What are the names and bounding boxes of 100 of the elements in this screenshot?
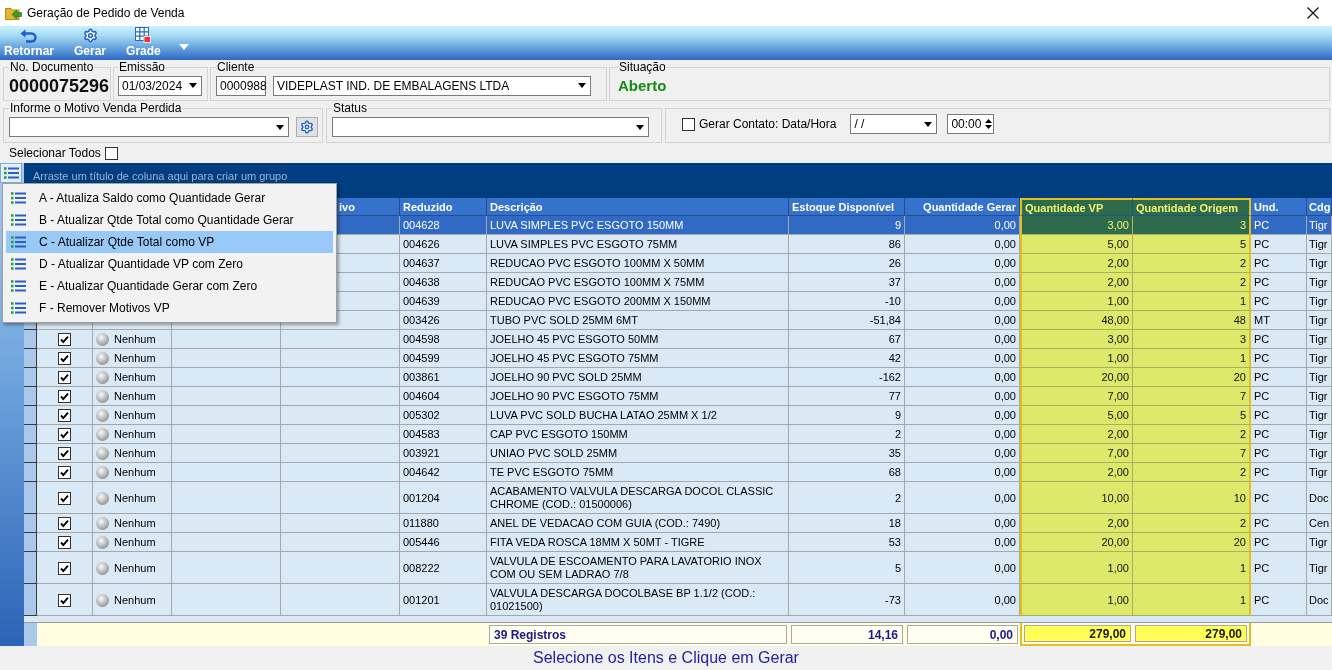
table-cell: 2,00 bbox=[1020, 254, 1133, 273]
table-cell: 1,00 bbox=[1020, 292, 1133, 311]
table-cell: 3,00 bbox=[1020, 330, 1133, 349]
app-icon bbox=[5, 5, 22, 21]
menu-item[interactable]: C - Atualizar Qtde Total como VP bbox=[6, 231, 333, 253]
row-checkbox[interactable] bbox=[58, 536, 71, 549]
column-header[interactable]: Cdg bbox=[1307, 198, 1332, 216]
row-checkbox[interactable] bbox=[58, 371, 71, 384]
table-row[interactable]: Nenhum 001204 ACABAMENTO VALVULA DESCARGA DOCOL CLASSIC CHROME (COD.: 01500006) 2 0,00 10,00 10 PC Doc bbox=[24, 482, 1332, 514]
status-text: Nenhum bbox=[114, 428, 156, 441]
summary-cell: 279,00 bbox=[1135, 625, 1247, 642]
contact-date-dropdown[interactable]: / / bbox=[850, 114, 938, 134]
gear-icon bbox=[82, 28, 98, 43]
table-cell: 7,00 bbox=[1020, 444, 1133, 463]
settings-button[interactable] bbox=[296, 117, 318, 137]
table-cell: 7 bbox=[1133, 387, 1251, 406]
table-cell: 3 bbox=[1133, 216, 1251, 235]
table-cell: 2 bbox=[1133, 514, 1251, 533]
table-row[interactable]: Nenhum 005302 LUVA PVC SOLD BUCHA LATAO 25MM X 1/2 9 0,00 5,00 5 PC Tigr bbox=[24, 406, 1332, 425]
table-cell: 10,00 bbox=[1020, 482, 1133, 514]
list-icon bbox=[11, 192, 26, 204]
status-message: Selecione os Itens e Clique em Gerar bbox=[533, 649, 799, 667]
row-checkbox[interactable] bbox=[58, 352, 71, 365]
column-header[interactable]: Reduzido bbox=[400, 198, 487, 216]
client-code-field[interactable]: 0000988 bbox=[216, 75, 266, 96]
status-text: Nenhum bbox=[114, 593, 156, 607]
table-cell: 1 bbox=[1133, 584, 1251, 616]
status-dot-icon bbox=[96, 352, 109, 365]
column-header[interactable]: Estoque Disponível bbox=[789, 198, 905, 216]
status-text: Nenhum bbox=[114, 517, 156, 530]
table-row[interactable]: Nenhum 008222 VALVULA DE ESCOAMENTO PARA LAVATORIO INOX COM OU SEM LADRAO 7/8 5 0,00 1,00 1 PC Tigr bbox=[24, 552, 1332, 584]
table-cell: 1 bbox=[1133, 349, 1251, 368]
contact-checkbox[interactable] bbox=[682, 117, 695, 131]
row-checkbox[interactable] bbox=[58, 390, 71, 403]
table-row[interactable]: Nenhum 003861 JOELHO 90 PVC SOLD 25MM -162 0,00 20,00 20 PC Tigr bbox=[24, 368, 1332, 387]
table-row[interactable]: Nenhum 001201 VALVULA DESCARGA DOCOLBASE BP 1.1/2 (COD.: 01021500) -73 0,00 1,00 1 PC Doc bbox=[24, 584, 1332, 616]
column-header[interactable]: Quantidade VP bbox=[1020, 198, 1133, 216]
field-label: Situação bbox=[618, 60, 667, 74]
summary-cell: 14,16 bbox=[791, 625, 903, 644]
row-checkbox[interactable] bbox=[58, 517, 71, 530]
row-checkbox[interactable] bbox=[58, 333, 71, 346]
dropdown-arrow-icon bbox=[276, 124, 284, 130]
client-dropdown[interactable]: VIDEPLAST IND. DE EMBALAGENS LTDA bbox=[273, 75, 591, 96]
table-row[interactable]: Nenhum 004599 JOELHO 45 PVC ESGOTO 75MM 42 0,00 1,00 1 PC Tigr bbox=[24, 349, 1332, 368]
checkbox-label: Selecionar Todos bbox=[9, 146, 101, 160]
column-header[interactable]: Und. bbox=[1251, 198, 1307, 216]
row-checkbox[interactable] bbox=[58, 447, 71, 460]
caret-icon[interactable] bbox=[178, 44, 189, 50]
status-text: Nenhum bbox=[114, 491, 156, 505]
status-dot-icon bbox=[96, 390, 109, 403]
table-cell: 20 bbox=[1133, 533, 1251, 552]
table-row[interactable]: Nenhum 004604 JOELHO 90 PVC ESGOTO 75MM 77 0,00 7,00 7 PC Tigr bbox=[24, 387, 1332, 406]
status-text: Nenhum bbox=[114, 536, 156, 549]
status-dot-icon bbox=[96, 333, 109, 346]
table-cell: 1,00 bbox=[1020, 552, 1133, 584]
select-all-checkbox[interactable] bbox=[104, 146, 118, 160]
status-dot-icon bbox=[96, 536, 109, 549]
date-dropdown[interactable]: 01/03/2024 bbox=[118, 75, 202, 96]
column-header[interactable]: Descrição bbox=[487, 198, 789, 216]
table-row[interactable]: Nenhum 004642 TE PVC ESGOTO 75MM 68 0,00 2,00 2 PC Tigr bbox=[24, 463, 1332, 482]
table-cell: 2 bbox=[1133, 254, 1251, 273]
row-checkbox[interactable] bbox=[58, 428, 71, 441]
table-cell: 20,00 bbox=[1020, 368, 1133, 387]
column-header[interactable]: Quantidade Origem bbox=[1133, 198, 1251, 216]
table-cell: VALVULA DESCARGA DOCOLBASE BP 1.1/2 (COD.: 01021500) bbox=[487, 584, 789, 616]
table-row[interactable]: Nenhum 005446 FITA VEDA ROSCA 18MM X 50MT - TIGRE 53 0,00 20,00 20 PC Tigr bbox=[24, 533, 1332, 552]
table-cell: -73 bbox=[789, 584, 905, 616]
row-checkbox[interactable] bbox=[58, 491, 71, 505]
field-label: Informe o Motivo Venda Perdida bbox=[9, 101, 183, 115]
table-row[interactable]: Nenhum 004583 CAP PVC ESGOTO 150MM 2 0,00 2,00 2 PC Tigr bbox=[24, 425, 1332, 444]
table-cell: 48 bbox=[1133, 311, 1251, 330]
status-text: Nenhum bbox=[114, 333, 156, 346]
table-cell: PC bbox=[1251, 584, 1307, 616]
table-cell: 1 bbox=[1133, 552, 1251, 584]
field-label: Emissão bbox=[118, 60, 166, 74]
checkbox-label: Gerar Contato: Data/Hora bbox=[699, 117, 837, 131]
summary-cell: 0,00 bbox=[907, 625, 1018, 644]
table-cell: 3 bbox=[1133, 330, 1251, 349]
status-dropdown[interactable] bbox=[332, 117, 649, 137]
status-dot-icon bbox=[96, 466, 109, 479]
column-menu-button[interactable] bbox=[0, 163, 22, 183]
list-icon bbox=[11, 258, 26, 270]
document-number: 0000075296 bbox=[9, 75, 110, 96]
table-cell: 1,00 bbox=[1020, 349, 1133, 368]
row-checkbox[interactable] bbox=[58, 593, 71, 607]
column-header[interactable]: Quantidade Gerar bbox=[905, 198, 1020, 216]
table-cell: 5 bbox=[1133, 235, 1251, 254]
table-row[interactable]: Nenhum 003921 UNIAO PVC SOLD 25MM 35 0,00 7,00 7 PC Tigr bbox=[24, 444, 1332, 463]
table-row[interactable]: Nenhum 011880 ANEL DE VEDACAO COM GUIA (COD.: 7490) 18 0,00 2,00 2 PC Cen bbox=[24, 514, 1332, 533]
reason-dropdown[interactable] bbox=[9, 117, 289, 137]
time-spinner[interactable]: 00:00 bbox=[947, 114, 995, 134]
table-cell: 5 bbox=[1133, 406, 1251, 425]
row-checkbox[interactable] bbox=[58, 409, 71, 422]
close-icon bbox=[1307, 7, 1319, 19]
status-dot-icon bbox=[96, 517, 109, 530]
table-row[interactable]: Nenhum 004598 JOELHO 45 PVC ESGOTO 50MM 67 0,00 3,00 3 PC Tigr bbox=[24, 330, 1332, 349]
table-cell: 2,00 bbox=[1020, 514, 1133, 533]
row-checkbox[interactable] bbox=[58, 561, 71, 575]
status-dot-icon bbox=[96, 428, 109, 441]
row-checkbox[interactable] bbox=[58, 466, 71, 479]
